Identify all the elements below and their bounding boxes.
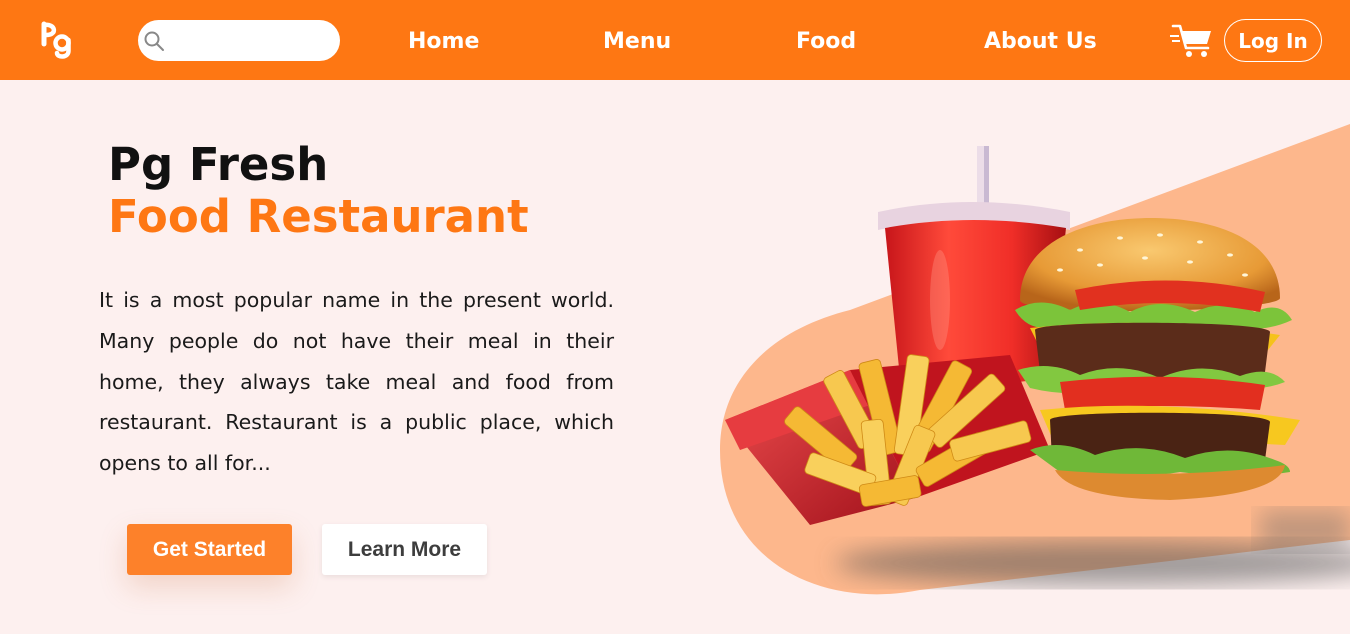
- hero-title-line1: Pg Fresh: [108, 138, 329, 191]
- navbar: Home Menu Food About Us Log In: [0, 0, 1350, 80]
- search-icon: [144, 31, 164, 51]
- pg-logo-icon: [41, 21, 71, 59]
- hero-description: It is a most popular name in the present…: [99, 288, 614, 476]
- cart-button[interactable]: [1170, 20, 1214, 60]
- login-button[interactable]: Log In: [1224, 19, 1322, 62]
- logo[interactable]: [40, 20, 74, 60]
- search-bar: [138, 20, 340, 61]
- hero-food-image: [720, 124, 1350, 595]
- shopping-cart-icon: [1170, 24, 1211, 57]
- hero-title-line2: Food Restaurant: [108, 190, 529, 243]
- nav-home-link[interactable]: Home: [408, 28, 479, 56]
- nav-menu-link[interactable]: Menu: [603, 28, 671, 56]
- burger-icon: [1015, 218, 1300, 500]
- learn-more-button[interactable]: Learn More: [322, 524, 487, 575]
- search-input[interactable]: [170, 26, 330, 55]
- nav-about-us-link[interactable]: About Us: [984, 28, 1097, 56]
- nav-food-link[interactable]: Food: [796, 28, 856, 56]
- get-started-button[interactable]: Get Started: [127, 524, 292, 575]
